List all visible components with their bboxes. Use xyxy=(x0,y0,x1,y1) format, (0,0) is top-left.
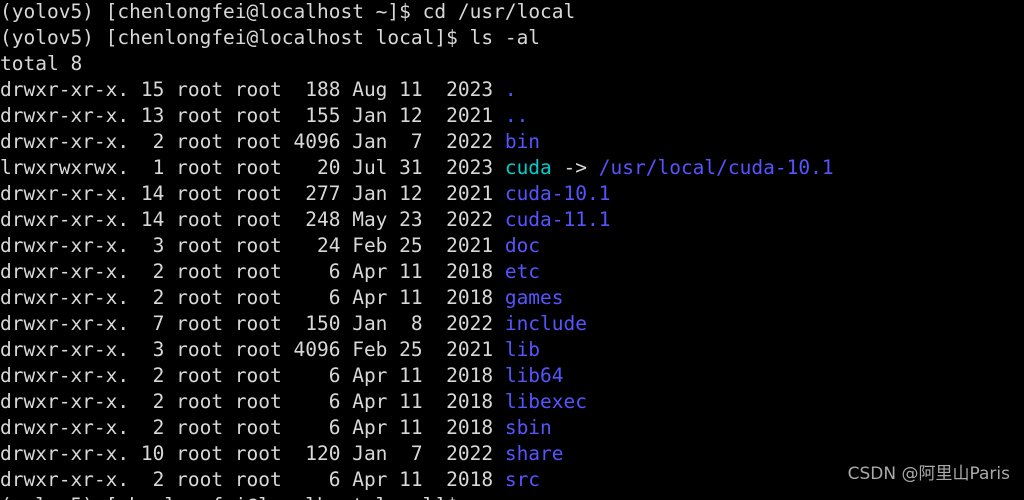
prompt-user-host-label: [chenlongfei@localhost local]$ xyxy=(93,26,470,49)
file-metadata: drwxr-xr-x. 2 root root 6 Apr 11 2018 xyxy=(0,364,505,387)
file-metadata: drwxr-xr-x. 14 root root 277 Jan 12 2021 xyxy=(0,182,505,205)
file-listing-row: drwxr-xr-x. 2 root root 6 Apr 11 2018 li… xyxy=(0,389,834,415)
file-metadata: drwxr-xr-x. 2 root root 6 Apr 11 2018 xyxy=(0,390,505,413)
command-text: cd /usr/local xyxy=(422,0,576,23)
file-metadata: drwxr-xr-x. 2 root root 6 Apr 11 2018 xyxy=(0,286,505,309)
file-name: games xyxy=(504,286,564,309)
terminal-window[interactable]: (yolov5) [chenlongfei@localhost ~]$ cd /… xyxy=(0,0,1024,500)
total-label: total 8 xyxy=(0,52,83,75)
file-listing-row: drwxr-xr-x. 2 root root 6 Apr 11 2018 ga… xyxy=(0,285,834,311)
file-metadata: drwxr-xr-x. 3 root root 4096 Feb 25 2021 xyxy=(0,338,505,361)
file-name: etc xyxy=(504,260,541,283)
file-listing-row: drwxr-xr-x. 2 root root 6 Apr 11 2018 li… xyxy=(0,363,834,389)
file-listing-row: drwxr-xr-x. 10 root root 120 Jan 7 2022 … xyxy=(0,441,834,467)
prompt-env-label: (yolov5) xyxy=(0,0,94,23)
csdn-watermark: CSDN @阿里山Paris xyxy=(847,464,1010,484)
file-name: cuda xyxy=(504,156,552,179)
file-name: doc xyxy=(504,234,541,257)
file-name: cuda-11.1 xyxy=(504,208,611,231)
file-metadata: drwxr-xr-x. 15 root root 188 Aug 11 2023 xyxy=(0,78,505,101)
symlink-arrow-icon: -> xyxy=(551,156,599,179)
file-metadata: drwxr-xr-x. 2 root root 6 Apr 11 2018 xyxy=(0,260,505,283)
file-metadata: drwxr-xr-x. 3 root root 24 Feb 25 2021 xyxy=(0,234,505,257)
prompt-user-host-label: [chenlongfei@localhost ~]$ xyxy=(93,0,423,23)
symlink-target: /usr/local/cuda-10.1 xyxy=(598,156,834,179)
file-listing-row: drwxr-xr-x. 2 root root 6 Apr 11 2018 sb… xyxy=(0,415,834,441)
file-name: lib64 xyxy=(504,364,564,387)
file-name: include xyxy=(504,312,588,335)
file-listing-row: lrwxrwxrwx. 1 root root 20 Jul 31 2023 c… xyxy=(0,155,834,181)
file-listing-row: drwxr-xr-x. 14 root root 248 May 23 2022… xyxy=(0,207,834,233)
file-name: cuda-10.1 xyxy=(504,182,611,205)
file-listing-row: drwxr-xr-x. 7 root root 150 Jan 8 2022 i… xyxy=(0,311,834,337)
file-metadata: drwxr-xr-x. 7 root root 150 Jan 8 2022 xyxy=(0,312,505,335)
file-name: . xyxy=(504,78,517,101)
file-name: libexec xyxy=(504,390,588,413)
terminal-prompt-line: (yolov5) [chenlongfei@localhost local]$ … xyxy=(0,25,834,51)
file-name: bin xyxy=(504,130,541,153)
file-name: .. xyxy=(504,104,529,127)
terminal-prompt-line: (yolov5) [chenlongfei@localhost ~]$ cd /… xyxy=(0,0,834,25)
file-listing-row: drwxr-xr-x. 14 root root 277 Jan 12 2021… xyxy=(0,181,834,207)
file-metadata: drwxr-xr-x. 2 root root 6 Apr 11 2018 xyxy=(0,416,505,439)
file-listing-row: drwxr-xr-x. 2 root root 4096 Jan 7 2022 … xyxy=(0,129,834,155)
file-listing-row: drwxr-xr-x. 2 root root 6 Apr 11 2018 sr… xyxy=(0,467,834,493)
terminal-output-line: total 8 xyxy=(0,51,834,77)
terminal-prompt-line: (yolov5) [chenlongfei@localhost local]$ xyxy=(0,493,834,500)
file-metadata: drwxr-xr-x. 14 root root 248 May 23 2022 xyxy=(0,208,505,231)
prompt-env-label: (yolov5) xyxy=(0,26,94,49)
file-name: src xyxy=(504,468,541,491)
file-name: lib xyxy=(504,338,541,361)
terminal-screen[interactable]: (yolov5) [chenlongfei@localhost ~]$ cd /… xyxy=(0,0,834,500)
file-name: sbin xyxy=(504,416,552,439)
file-metadata: lrwxrwxrwx. 1 root root 20 Jul 31 2023 xyxy=(0,156,505,179)
file-listing-row: drwxr-xr-x. 3 root root 4096 Feb 25 2021… xyxy=(0,337,834,363)
file-listing-row: drwxr-xr-x. 2 root root 6 Apr 11 2018 et… xyxy=(0,259,834,285)
prompt-user-host-label: [chenlongfei@localhost local]$ xyxy=(94,494,470,500)
file-metadata: drwxr-xr-x. 13 root root 155 Jan 12 2021 xyxy=(0,104,505,127)
file-listing-row: drwxr-xr-x. 15 root root 188 Aug 11 2023… xyxy=(0,77,834,103)
file-listing-row: drwxr-xr-x. 3 root root 24 Feb 25 2021 d… xyxy=(0,233,834,259)
file-metadata: drwxr-xr-x. 10 root root 120 Jan 7 2022 xyxy=(0,442,505,465)
file-metadata: drwxr-xr-x. 2 root root 4096 Jan 7 2022 xyxy=(0,130,505,153)
file-name: share xyxy=(504,442,564,465)
prompt-env-label: (yolov5) xyxy=(0,494,94,500)
file-listing-row: drwxr-xr-x. 13 root root 155 Jan 12 2021… xyxy=(0,103,834,129)
command-text: ls -al xyxy=(469,26,541,49)
file-metadata: drwxr-xr-x. 2 root root 6 Apr 11 2018 xyxy=(0,468,505,491)
